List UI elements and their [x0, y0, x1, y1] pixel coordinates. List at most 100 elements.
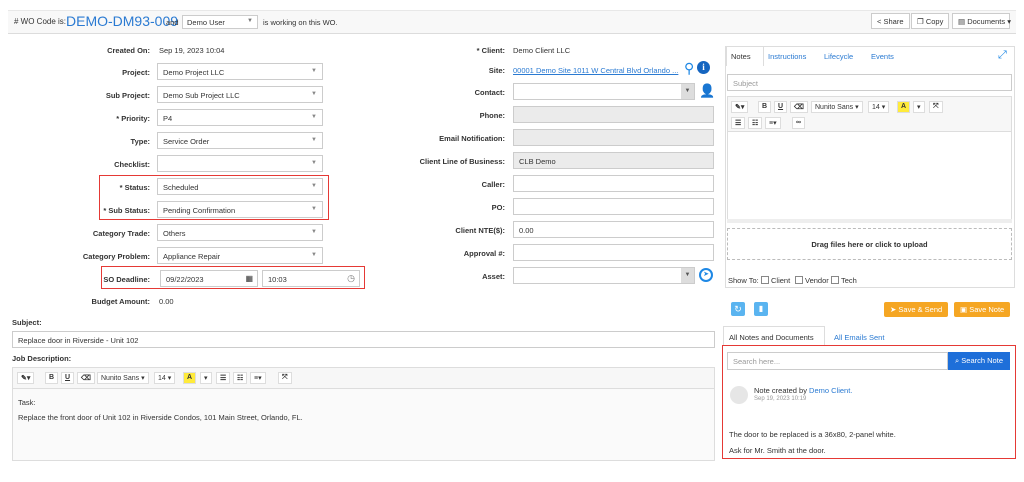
sub-status-select[interactable]: Pending Confirmation ▼: [157, 201, 323, 218]
align-icon[interactable]: ≡▾: [250, 372, 266, 384]
sub-project-select[interactable]: Demo Sub Project LLC ▼: [157, 86, 323, 103]
bookmark-icon[interactable]: ▮: [754, 302, 768, 316]
font-family-select[interactable]: Nunito Sans ▾: [811, 101, 863, 113]
status-label: * Status:: [119, 183, 150, 192]
approval-input[interactable]: [513, 244, 714, 261]
subject-input[interactable]: Replace door in Riverside - Unit 102: [12, 331, 715, 348]
status-select[interactable]: Scheduled ▼: [157, 178, 323, 195]
copy-icon: ❐: [917, 17, 924, 26]
type-select[interactable]: Service Order ▼: [157, 132, 323, 149]
align-icon[interactable]: ≡▾: [765, 117, 781, 129]
category-problem-label: Category Problem:: [82, 252, 150, 261]
active-tab-outline: [726, 46, 764, 66]
search-note-button[interactable]: ⌕ Search Note: [948, 352, 1010, 370]
info-icon[interactable]: i: [697, 61, 710, 74]
note-subject-input[interactable]: Subject: [727, 74, 1012, 91]
sub-project-label: Sub Project:: [105, 91, 150, 100]
and-text: and: [166, 18, 179, 27]
magic-wand-icon[interactable]: ✎▾: [731, 101, 749, 113]
job-description-line-1: Task:: [18, 398, 36, 407]
unordered-list-icon[interactable]: ☰: [216, 372, 231, 384]
file-dropzone[interactable]: Drag files here or click to upload: [727, 228, 1012, 260]
tab-lifecycle[interactable]: Lifecycle: [824, 52, 853, 61]
chevron-down-icon: ▼: [311, 68, 317, 74]
sub-status-label: * Sub Status:: [103, 206, 150, 215]
ordered-list-icon[interactable]: ☷: [233, 372, 248, 384]
vendor-checkbox[interactable]: [795, 276, 803, 284]
bold-button[interactable]: B: [45, 372, 59, 384]
resize-handle[interactable]: [727, 219, 1012, 223]
chevron-down-icon[interactable]: ▾: [913, 101, 925, 113]
link-icon[interactable]: ∞: [792, 117, 805, 129]
client-checkbox[interactable]: [761, 276, 769, 284]
caller-input[interactable]: [513, 175, 714, 192]
project-select[interactable]: Demo Project LLC ▼: [157, 63, 323, 80]
eraser-icon[interactable]: ⌫: [790, 101, 808, 113]
tab-all-notes[interactable]: All Notes and Documents: [729, 333, 814, 342]
fullscreen-icon[interactable]: ⤧: [929, 101, 943, 113]
underline-button[interactable]: U: [774, 101, 788, 113]
so-deadline-date-input[interactable]: 09/22/2023 ▦: [160, 270, 258, 287]
site-link[interactable]: 00001 Demo Site 1011 W Central Blvd Orla…: [513, 66, 683, 75]
wo-code: DEMO-DM93-009: [66, 13, 179, 29]
font-family-select[interactable]: Nunito Sans ▾: [97, 372, 149, 384]
tab-instructions[interactable]: Instructions: [768, 52, 806, 61]
nte-input[interactable]: 0.00: [513, 221, 714, 238]
clb-input[interactable]: CLB Demo: [513, 152, 714, 169]
note-body-editor[interactable]: [727, 132, 1012, 222]
clb-label: Client Line of Business:: [419, 157, 505, 166]
magic-wand-icon[interactable]: ✎▾: [17, 372, 35, 384]
text-color-icon[interactable]: A: [897, 101, 911, 113]
compass-icon[interactable]: ➤: [699, 268, 713, 282]
chevron-down-icon: ▼: [681, 268, 694, 283]
category-trade-select[interactable]: Others ▼: [157, 224, 323, 241]
notes-search-input[interactable]: Search here...: [727, 352, 948, 370]
note-author-link[interactable]: Demo Client.: [809, 386, 852, 395]
po-input[interactable]: [513, 198, 714, 215]
refresh-icon[interactable]: ↻: [731, 302, 745, 316]
checklist-select[interactable]: ▼: [157, 155, 323, 172]
working-text: is working on this WO.: [263, 18, 338, 27]
created-on-value: Sep 19, 2023 10:04: [159, 46, 225, 55]
underline-button[interactable]: U: [61, 372, 75, 384]
email-notification-input[interactable]: [513, 129, 714, 146]
font-size-select[interactable]: 14 ▾: [868, 101, 890, 113]
category-problem-select[interactable]: Appliance Repair ▼: [157, 247, 323, 264]
copy-button[interactable]: ❐ Copy: [911, 13, 950, 29]
person-icon[interactable]: 👤: [699, 83, 715, 99]
phone-label: Phone:: [479, 111, 505, 120]
checklist-label: Checklist:: [114, 160, 150, 169]
phone-input[interactable]: [513, 106, 714, 123]
documents-button[interactable]: ▤ Documents ▾: [952, 13, 1011, 29]
eraser-icon[interactable]: ⌫: [77, 372, 95, 384]
text-color-icon[interactable]: A: [183, 372, 197, 384]
user-select[interactable]: Demo User ▼: [182, 15, 258, 29]
priority-select[interactable]: P4 ▼: [157, 109, 323, 126]
asset-select[interactable]: ▼: [513, 267, 695, 284]
chevron-down-icon: ▼: [681, 84, 694, 99]
expand-icon[interactable]: ⤢: [998, 49, 1007, 62]
map-pin-icon[interactable]: ⚲: [684, 60, 694, 77]
save-note-button[interactable]: ▣ Save Note: [954, 302, 1011, 317]
calendar-icon[interactable]: ▦: [245, 274, 253, 283]
contact-select[interactable]: ▼: [513, 83, 695, 100]
tab-all-emails[interactable]: All Emails Sent: [834, 333, 884, 342]
tab-events[interactable]: Events: [871, 52, 894, 61]
job-description-editor[interactable]: [12, 389, 715, 461]
fullscreen-icon[interactable]: ⤧: [278, 372, 292, 384]
chevron-down-icon: ▼: [311, 206, 317, 212]
clock-icon[interactable]: ◷: [347, 273, 355, 284]
category-trade-label: Category Trade:: [92, 229, 150, 238]
share-button[interactable]: < Share: [871, 13, 910, 29]
nte-label: Client NTE($):: [455, 226, 505, 235]
tech-checkbox[interactable]: [831, 276, 839, 284]
chevron-down-icon[interactable]: ▾: [200, 372, 212, 384]
unordered-list-icon[interactable]: ☰: [731, 117, 746, 129]
vendor-checkbox-label: Vendor: [805, 276, 829, 285]
font-size-select[interactable]: 14 ▾: [154, 372, 176, 384]
so-deadline-time-input[interactable]: 10:03 ◷: [262, 270, 360, 287]
save-and-send-button[interactable]: ➤ Save & Send: [884, 302, 949, 317]
bold-button[interactable]: B: [758, 101, 772, 113]
note-timestamp: Sep 19, 2023 10:19: [754, 396, 807, 402]
ordered-list-icon[interactable]: ☷: [748, 117, 763, 129]
